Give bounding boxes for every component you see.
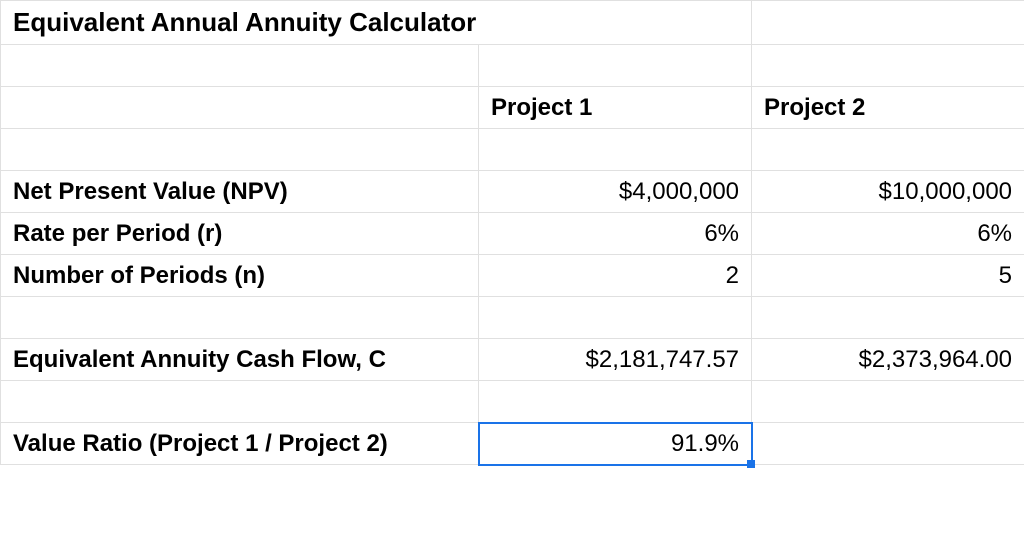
empty-cell[interactable] bbox=[1, 45, 479, 87]
rate-label[interactable]: Rate per Period (r) bbox=[1, 213, 479, 255]
periods-row: Number of Periods (n) 2 5 bbox=[1, 255, 1024, 297]
blank-row bbox=[1, 381, 1024, 423]
project1-header[interactable]: Project 1 bbox=[479, 87, 752, 129]
empty-cell[interactable] bbox=[752, 45, 1024, 87]
empty-cell[interactable] bbox=[479, 45, 752, 87]
spreadsheet-table[interactable]: Equivalent Annual Annuity Calculator Pro… bbox=[0, 0, 1024, 465]
periods-p1[interactable]: 2 bbox=[479, 255, 752, 297]
blank-row bbox=[1, 45, 1024, 87]
eacf-p1[interactable]: $2,181,747.57 bbox=[479, 339, 752, 381]
empty-cell[interactable] bbox=[752, 1, 1024, 45]
empty-cell[interactable] bbox=[752, 381, 1024, 423]
blank-row bbox=[1, 129, 1024, 171]
npv-p1[interactable]: $4,000,000 bbox=[479, 171, 752, 213]
rate-p1[interactable]: 6% bbox=[479, 213, 752, 255]
ratio-p2[interactable] bbox=[752, 423, 1024, 465]
eacf-row: Equivalent Annuity Cash Flow, C $2,181,7… bbox=[1, 339, 1024, 381]
ratio-p1-selected-cell[interactable]: 91.9% bbox=[479, 423, 752, 465]
ratio-row: Value Ratio (Project 1 / Project 2) 91.9… bbox=[1, 423, 1024, 465]
empty-cell[interactable] bbox=[479, 129, 752, 171]
blank-row bbox=[1, 297, 1024, 339]
empty-cell[interactable] bbox=[752, 129, 1024, 171]
npv-label[interactable]: Net Present Value (NPV) bbox=[1, 171, 479, 213]
periods-label[interactable]: Number of Periods (n) bbox=[1, 255, 479, 297]
empty-cell[interactable] bbox=[1, 297, 479, 339]
npv-row: Net Present Value (NPV) $4,000,000 $10,0… bbox=[1, 171, 1024, 213]
empty-cell[interactable] bbox=[1, 87, 479, 129]
npv-p2[interactable]: $10,000,000 bbox=[752, 171, 1024, 213]
empty-cell[interactable] bbox=[479, 381, 752, 423]
eacf-p2[interactable]: $2,373,964.00 bbox=[752, 339, 1024, 381]
empty-cell[interactable] bbox=[479, 297, 752, 339]
rate-row: Rate per Period (r) 6% 6% bbox=[1, 213, 1024, 255]
empty-cell[interactable] bbox=[752, 297, 1024, 339]
title-row: Equivalent Annual Annuity Calculator bbox=[1, 1, 1024, 45]
periods-p2[interactable]: 5 bbox=[752, 255, 1024, 297]
empty-cell[interactable] bbox=[1, 381, 479, 423]
empty-cell[interactable] bbox=[1, 129, 479, 171]
rate-p2[interactable]: 6% bbox=[752, 213, 1024, 255]
ratio-label[interactable]: Value Ratio (Project 1 / Project 2) bbox=[1, 423, 479, 465]
eacf-label[interactable]: Equivalent Annuity Cash Flow, C bbox=[1, 339, 479, 381]
header-row: Project 1 Project 2 bbox=[1, 87, 1024, 129]
title-cell[interactable]: Equivalent Annual Annuity Calculator bbox=[1, 1, 752, 45]
project2-header[interactable]: Project 2 bbox=[752, 87, 1024, 129]
